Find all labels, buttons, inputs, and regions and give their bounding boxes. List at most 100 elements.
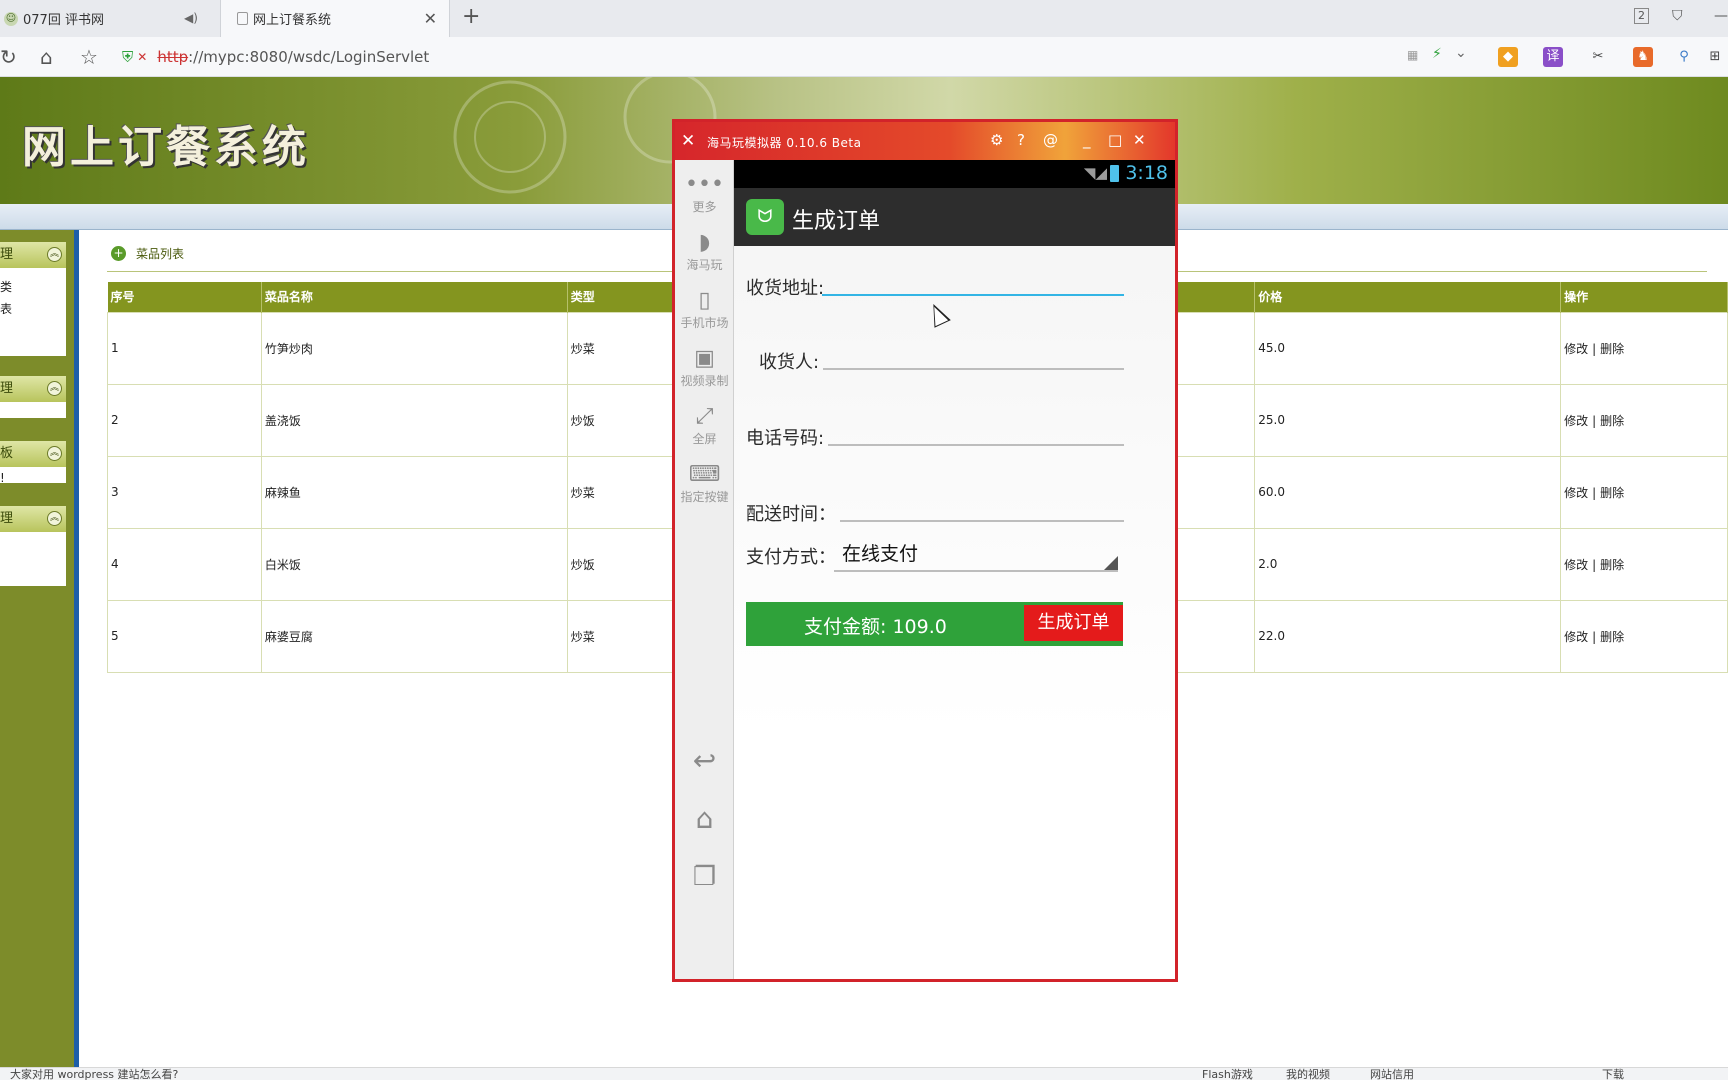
- search-icon[interactable]: ⚲: [1674, 47, 1694, 67]
- more-label: 更多: [692, 200, 717, 214]
- page-icon: [237, 12, 248, 25]
- keymap-label: 指定按键: [680, 490, 729, 504]
- more-button[interactable]: ••• 更多: [675, 172, 734, 215]
- sidebar-border: [74, 230, 79, 1067]
- edit-link[interactable]: 修改: [1564, 414, 1588, 428]
- sidebar-item[interactable]: 类: [0, 276, 66, 298]
- add-icon[interactable]: +: [111, 246, 126, 261]
- amount-label: 支付金额:: [804, 616, 887, 638]
- address-input[interactable]: [822, 266, 1124, 296]
- admin-sidebar: 理 ︽ 类 表 理 ︽ 板 ︽ ! 理 ︽: [0, 230, 79, 1067]
- tab-pingshu[interactable]: ☺ 077回 评书网 ◀): [0, 0, 218, 37]
- haima-button[interactable]: ◗ 海马玩: [675, 230, 734, 273]
- collapse-icon[interactable]: ︽: [47, 511, 62, 526]
- grid-menu-icon[interactable]: ⊞: [1705, 47, 1725, 67]
- lightning-icon[interactable]: ⚡: [1432, 46, 1442, 62]
- phone-input[interactable]: [828, 416, 1124, 446]
- delete-link[interactable]: 删除: [1600, 342, 1624, 356]
- sidebar-item[interactable]: 表: [0, 298, 66, 320]
- keyboard-icon: ⌨: [688, 462, 721, 487]
- browser-nav-bar: ↻ ⌂ ☆ ⛨ ✕ http ://mypc:8080/wsdc/LoginSe…: [0, 37, 1728, 77]
- app-title: 生成订单: [792, 209, 881, 234]
- minimize-icon[interactable]: _: [1083, 131, 1091, 149]
- help-icon[interactable]: ?: [1017, 131, 1025, 149]
- header-price: 价格: [1254, 282, 1562, 312]
- collapse-icon[interactable]: ︽: [47, 381, 62, 396]
- delete-link[interactable]: 删除: [1600, 630, 1624, 644]
- keymap-button[interactable]: ⌨ 指定按键: [675, 462, 734, 505]
- qr-icon[interactable]: ▦: [1407, 48, 1418, 62]
- app-action-bar: ᗢ 生成订单: [734, 188, 1175, 246]
- close-tab-icon[interactable]: ✕: [424, 9, 437, 28]
- generate-order-button[interactable]: 生成订单: [1024, 605, 1123, 641]
- payment-method-select[interactable]: 在线支付: [834, 538, 1118, 572]
- settings-icon[interactable]: ⚙: [990, 131, 1003, 149]
- close-icon[interactable]: ✕: [1133, 131, 1146, 149]
- insecure-icon: ✕: [137, 50, 148, 64]
- payment-bar: 支付金额: 109.0 生成订单: [746, 602, 1123, 646]
- home-button[interactable]: ⌂: [675, 805, 734, 833]
- at-icon[interactable]: @: [1043, 131, 1058, 149]
- minimize-icon[interactable]: —: [1714, 8, 1728, 24]
- url-path: ://mypc:8080/wsdc/LoginServlet: [188, 48, 430, 66]
- shirt-icon[interactable]: ⛉: [1672, 8, 1683, 24]
- sidebar-group-title: 板: [0, 446, 14, 461]
- header-name: 菜品名称: [261, 282, 568, 312]
- fullscreen-icon: ⤢: [695, 404, 714, 429]
- url-scheme: http: [157, 48, 189, 66]
- site-title: 网上订餐系统: [22, 122, 310, 173]
- home-icon[interactable]: ⌂: [40, 45, 53, 69]
- sidebar-group-header[interactable]: 理 ︽: [0, 376, 66, 402]
- game-icon[interactable]: ♞: [1633, 47, 1653, 67]
- maximize-icon[interactable]: □: [1108, 131, 1122, 149]
- sidebar-item[interactable]: !: [0, 467, 66, 489]
- chevron-down-icon[interactable]: ⌄: [1455, 45, 1467, 61]
- emulator-logo-icon: ✕: [681, 131, 696, 151]
- edit-link[interactable]: 修改: [1564, 630, 1588, 644]
- action-separator: |: [1592, 341, 1597, 356]
- action-separator: |: [1592, 557, 1597, 572]
- cell-name: 麻辣鱼: [260, 455, 568, 529]
- cell-type: 炒饭: [566, 527, 690, 601]
- scissors-icon[interactable]: ✂: [1588, 47, 1608, 67]
- payment-method-value: 在线支付: [842, 543, 919, 565]
- edit-link[interactable]: 修改: [1564, 486, 1588, 500]
- delete-link[interactable]: 删除: [1600, 486, 1624, 500]
- delivery-time-input[interactable]: [840, 492, 1124, 522]
- collapse-icon[interactable]: ︽: [47, 446, 62, 461]
- sidebar-group-title: 理: [0, 381, 14, 396]
- edit-link[interactable]: 修改: [1564, 558, 1588, 572]
- back-button[interactable]: ↩: [675, 747, 734, 775]
- speaker-icon[interactable]: ◀): [184, 11, 198, 25]
- sidebar-group-header[interactable]: 板 ︽: [0, 441, 66, 467]
- market-button[interactable]: ▯ 手机市场: [675, 288, 734, 331]
- delete-link[interactable]: 删除: [1600, 414, 1624, 428]
- star-icon[interactable]: ☆: [80, 45, 98, 69]
- delete-link[interactable]: 删除: [1600, 558, 1624, 572]
- translate-icon[interactable]: 译: [1543, 47, 1563, 67]
- cell-name: 麻婆豆腐: [260, 599, 568, 673]
- tab-ordering-system[interactable]: 网上订餐系统 ✕: [220, 0, 450, 37]
- new-tab-button[interactable]: +: [462, 4, 480, 29]
- cell-actions: 修改 | 删除: [1560, 311, 1728, 385]
- shield-extension-icon[interactable]: ◆: [1498, 47, 1518, 67]
- tab-count-badge[interactable]: 2: [1634, 8, 1649, 24]
- browser-status-bar: 大家对用 wordpress 建站怎么看? Flash游戏 我的视频 网站信用 …: [0, 1067, 1728, 1081]
- wifi-signal-icon: ◥◢: [1083, 164, 1107, 182]
- cell-price: 45.0: [1254, 311, 1562, 385]
- collapse-icon[interactable]: ︽: [47, 247, 62, 262]
- recents-button[interactable]: ❐: [675, 864, 734, 890]
- cell-id: 3: [107, 455, 262, 529]
- sidebar-group-header[interactable]: 理 ︽: [0, 242, 66, 268]
- edit-link[interactable]: 修改: [1564, 342, 1588, 356]
- record-button[interactable]: ▣ 视频录制: [675, 346, 734, 389]
- fullscreen-label: 全屏: [692, 432, 717, 446]
- address-bar[interactable]: ⛨ ✕ http ://mypc:8080/wsdc/LoginServlet …: [122, 42, 1467, 72]
- refresh-icon[interactable]: ↻: [0, 45, 17, 69]
- sidebar-group-header[interactable]: 理 ︽: [0, 506, 66, 532]
- emulator-title-bar[interactable]: ✕ 海马玩模拟器 0.10.6 Beta ⚙ ? @ _ □ ✕: [675, 122, 1175, 160]
- emulator-title: 海马玩模拟器 0.10.6 Beta: [707, 136, 862, 150]
- fullscreen-button[interactable]: ⤢ 全屏: [675, 404, 734, 447]
- tab-label: 网上订餐系统: [253, 13, 332, 28]
- receiver-input[interactable]: [823, 340, 1124, 370]
